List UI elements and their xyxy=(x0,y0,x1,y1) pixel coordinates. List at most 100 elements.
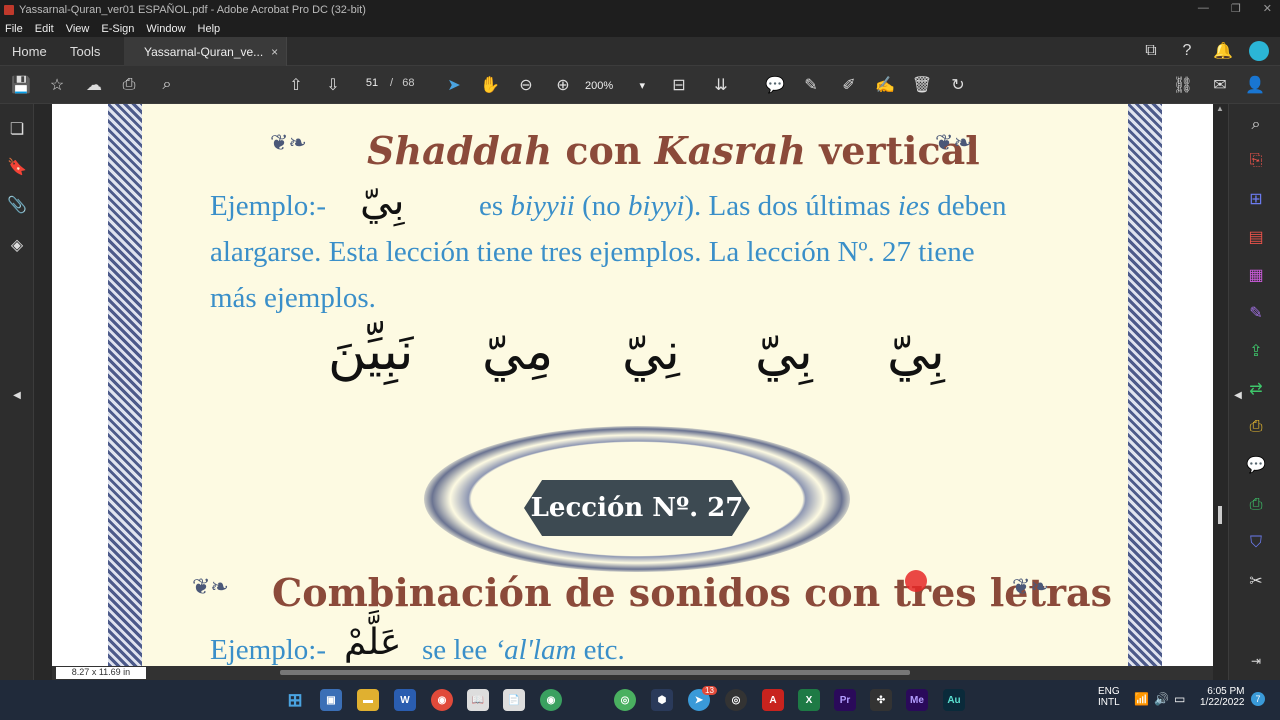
scroll-mode-icon[interactable]: ⇊ xyxy=(710,74,732,96)
arabic-word-1: بِيّ xyxy=(887,322,945,382)
draw-icon[interactable]: ✐ xyxy=(838,74,860,96)
vertical-scrollbar[interactable]: ▲ xyxy=(1213,104,1228,680)
file-explorer-icon[interactable]: ▬ xyxy=(357,689,379,711)
save-icon[interactable]: 💾 xyxy=(10,74,32,96)
share-screen-icon[interactable]: ⧉ xyxy=(1140,40,1162,62)
expand-left-panel-icon[interactable]: ◀ xyxy=(6,384,28,406)
page-content: ❦❧ Shaddah con Kasrah vertical ❦❧ Ejempl… xyxy=(142,104,1128,666)
add-user-icon[interactable]: 👤 xyxy=(1244,74,1266,96)
edit-pdf-icon[interactable]: ▤ xyxy=(1245,226,1267,248)
comment-icon[interactable]: 💬 xyxy=(764,74,786,96)
close-icon[interactable]: ✕ xyxy=(1263,2,1272,15)
account-avatar-icon[interactable] xyxy=(1248,40,1270,62)
close-tab-icon[interactable]: × xyxy=(271,45,278,59)
zoom-select[interactable]: 200% ▾ xyxy=(585,77,645,94)
davinci-icon[interactable]: ✣ xyxy=(870,689,892,711)
protect-icon[interactable]: ⛉ xyxy=(1245,532,1267,554)
menu-esign[interactable]: E-Sign xyxy=(101,23,134,35)
more-tools-icon[interactable]: ✂ xyxy=(1245,570,1267,592)
horizontal-scrollbar[interactable] xyxy=(280,670,910,675)
minimize-icon[interactable]: — xyxy=(1198,2,1209,15)
comment-tool-icon[interactable]: 💬 xyxy=(1245,454,1267,476)
tab-bar: Home Tools Yassarnal-Quran_ve... × ⧉ ? 🔔 xyxy=(0,37,1280,66)
clock[interactable]: 6:05 PM 1/22/2022 xyxy=(1200,686,1245,708)
example-line-1: es biyyii (no biyyi). Las dos últimas ie… xyxy=(479,190,1007,222)
scroll-up-icon[interactable]: ▲ xyxy=(1216,104,1224,114)
delete-icon[interactable]: 🗑 xyxy=(911,74,933,96)
fill-sign-icon[interactable]: ✎ xyxy=(1245,302,1267,324)
page-thumbnails-icon[interactable]: ❏ xyxy=(6,118,28,140)
bookmark-star-icon[interactable]: ☆ xyxy=(46,74,68,96)
premiere-icon[interactable]: Pr xyxy=(834,689,856,711)
highlight-pen-icon[interactable]: ✎ xyxy=(800,74,822,96)
notes-icon[interactable]: 📄 xyxy=(503,689,525,711)
link-icon[interactable]: ⛓ xyxy=(1172,74,1194,96)
menu-view[interactable]: View xyxy=(66,23,90,35)
battery-icon[interactable]: ▭ xyxy=(1174,692,1185,706)
restore-icon[interactable]: ❐ xyxy=(1231,2,1241,15)
print-icon[interactable]: ⎙ xyxy=(118,74,140,96)
chrome-icon[interactable]: ◉ xyxy=(431,689,453,711)
zoom-in-icon[interactable]: ⊕ xyxy=(552,74,574,96)
hand-tool-icon[interactable]: ✋ xyxy=(479,74,501,96)
zoom-tool-icon[interactable]: ⌕ xyxy=(1245,114,1267,136)
select-cursor-icon[interactable]: ➤ xyxy=(443,74,465,96)
zoom-out-icon[interactable]: ⊖ xyxy=(515,74,537,96)
tab-tools[interactable]: Tools xyxy=(70,37,100,66)
obs-icon[interactable]: ◎ xyxy=(725,689,747,711)
title-bar: Yassarnal-Quran_ver01 ESPAÑOL.pdf - Adob… xyxy=(0,0,1280,20)
example-line-3: más ejemplos. xyxy=(210,282,376,314)
menu-window[interactable]: Window xyxy=(146,23,185,35)
wifi-icon[interactable]: 📶 xyxy=(1134,692,1149,706)
app-circle-icon[interactable]: ◎ xyxy=(614,689,636,711)
bookmarks-icon[interactable]: 🔖 xyxy=(6,156,28,178)
example-line-2: alargarse. Esta lección tiene tres ejemp… xyxy=(210,236,975,268)
media-encoder-icon[interactable]: Me xyxy=(906,689,928,711)
attachments-icon[interactable]: 📎 xyxy=(6,194,28,216)
menu-edit[interactable]: Edit xyxy=(35,23,54,35)
windows-taskbar: ⊞ ▣ ▬ W ◉ 📖 📄 ◉ ◎ ⬢ ➤ 13 ◎ A X Pr ✣ Me A… xyxy=(0,680,1280,720)
arabic-word-3: نِيّ xyxy=(622,322,680,382)
pdf-page: ❦❧ Shaddah con Kasrah vertical ❦❧ Ejempl… xyxy=(52,104,1213,666)
word-icon[interactable]: W xyxy=(394,689,416,711)
tab-home[interactable]: Home xyxy=(12,37,47,66)
edit-text-icon[interactable]: ✍ xyxy=(874,74,896,96)
previous-page-icon[interactable]: ⇧ xyxy=(285,74,307,96)
collapse-panel-icon[interactable]: ⇥ xyxy=(1245,650,1267,672)
volume-icon[interactable]: 🔊 xyxy=(1154,692,1169,706)
create-pdf-icon[interactable]: ⊞ xyxy=(1245,188,1267,210)
window-title: Yassarnal-Quran_ver01 ESPAÑOL.pdf - Adob… xyxy=(19,4,366,16)
export-pdf-icon[interactable]: ⎘ xyxy=(1245,150,1267,172)
search-icon[interactable]: ⌕ xyxy=(156,74,178,96)
send-review-icon[interactable]: ⇪ xyxy=(1245,340,1267,362)
menu-help[interactable]: Help xyxy=(198,23,221,35)
expand-right-panel-icon[interactable]: ◀ xyxy=(1227,384,1249,406)
page-number-input[interactable]: 51 xyxy=(360,77,384,94)
start-windows-icon[interactable]: ⊞ xyxy=(284,689,306,711)
heading-shaddah-kasrah: Shaddah con Kasrah vertical xyxy=(367,128,980,173)
print-production-icon[interactable]: ⎙ xyxy=(1245,494,1267,516)
acrobat-taskbar-icon[interactable]: A xyxy=(762,689,784,711)
page-display-icon[interactable]: ⊟ xyxy=(668,74,690,96)
language-indicator[interactable]: ENG INTL xyxy=(1098,686,1120,708)
notification-bell-icon[interactable]: 🔔 xyxy=(1212,40,1234,62)
task-view-icon[interactable]: ▣ xyxy=(320,689,342,711)
help-icon[interactable]: ? xyxy=(1176,40,1198,62)
excel-icon[interactable]: X xyxy=(798,689,820,711)
upload-cloud-icon[interactable]: ☁ xyxy=(83,74,105,96)
audition-icon[interactable]: Au xyxy=(943,689,965,711)
example2-arabic: عَلَّمْ xyxy=(344,622,402,663)
next-page-icon[interactable]: ⇩ xyxy=(322,74,344,96)
reader-icon[interactable]: 📖 xyxy=(467,689,489,711)
rotate-icon[interactable]: ↻ xyxy=(947,74,969,96)
email-icon[interactable]: ✉ xyxy=(1209,74,1231,96)
notification-count-badge[interactable]: 7 xyxy=(1251,692,1265,706)
menu-file[interactable]: File xyxy=(5,23,23,35)
chrome-profile-icon[interactable]: ◉ xyxy=(540,689,562,711)
organize-pages-icon[interactable]: ▦ xyxy=(1245,264,1267,286)
tab-document[interactable]: Yassarnal-Quran_ve... × xyxy=(124,37,288,66)
layers-icon[interactable]: ◈ xyxy=(6,234,28,256)
app-hex-icon[interactable]: ⬢ xyxy=(651,689,673,711)
scan-ocr-icon[interactable]: ⎙ xyxy=(1245,416,1267,438)
scrollbar-thumb[interactable] xyxy=(1218,506,1222,524)
